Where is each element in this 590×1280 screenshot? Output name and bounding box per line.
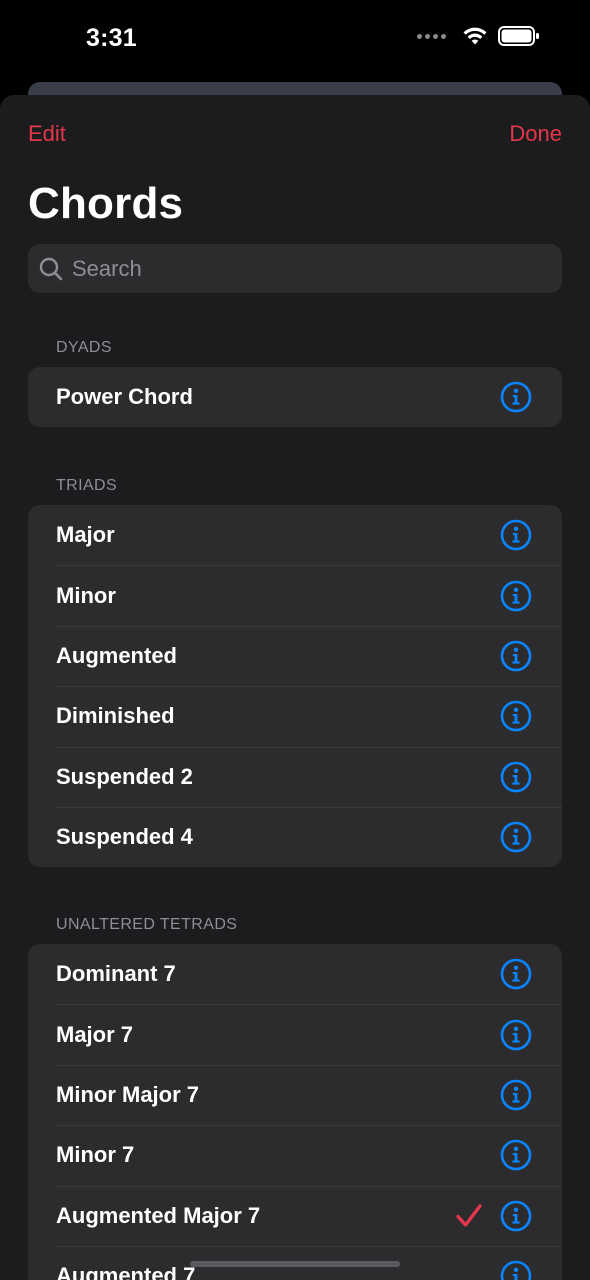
chord-label: Dominant 7 bbox=[56, 961, 176, 987]
search-icon bbox=[39, 257, 63, 280]
info-icon[interactable] bbox=[500, 1079, 532, 1111]
screen: 3:31 Edit Done Chords DYADS bbox=[0, 0, 590, 1280]
info-icon[interactable] bbox=[500, 958, 532, 990]
chord-label: Minor Major 7 bbox=[56, 1081, 200, 1107]
group-dyads: Power Chord bbox=[28, 367, 562, 428]
info-icon[interactable] bbox=[500, 700, 532, 732]
info-icon[interactable] bbox=[500, 1139, 532, 1171]
chord-row[interactable]: Minor 7 bbox=[28, 1125, 562, 1185]
group-unaltered-tetrads: Dominant 7 Major 7 Minor Major 7 Minor 7… bbox=[28, 944, 562, 1280]
chord-label: Suspended 4 bbox=[56, 824, 193, 850]
chord-row[interactable]: Minor Major 7 bbox=[28, 1064, 562, 1125]
chords-sheet: Edit Done Chords DYADS Power Chord TRIAD… bbox=[0, 95, 590, 1280]
search-bar[interactable] bbox=[28, 244, 562, 293]
info-icon[interactable] bbox=[500, 1019, 532, 1051]
info-icon[interactable] bbox=[500, 519, 532, 551]
chord-row[interactable]: Diminished bbox=[28, 686, 562, 746]
chord-row[interactable]: Augmented Major 7 bbox=[28, 1185, 562, 1246]
checkmark-icon bbox=[456, 1204, 482, 1227]
status-time: 3:31 bbox=[86, 24, 137, 52]
chord-row[interactable]: Major bbox=[28, 505, 562, 565]
chord-row[interactable]: Major 7 bbox=[28, 1004, 562, 1064]
info-icon[interactable] bbox=[500, 640, 532, 672]
chord-row[interactable]: Augmented bbox=[28, 625, 562, 686]
section-header-dyads: DYADS bbox=[56, 339, 112, 356]
info-icon[interactable] bbox=[500, 580, 532, 612]
edit-button[interactable]: Edit bbox=[28, 121, 66, 147]
battery-icon bbox=[498, 26, 539, 46]
search-input[interactable] bbox=[70, 254, 514, 283]
chord-row[interactable]: Power Chord bbox=[28, 367, 562, 427]
chord-label: Augmented Major 7 bbox=[56, 1202, 261, 1228]
chord-label: Augmented 7 bbox=[56, 1263, 196, 1280]
chord-label: Minor bbox=[56, 582, 116, 608]
done-button[interactable]: Done bbox=[509, 121, 562, 147]
chord-label: Major 7 bbox=[56, 1021, 134, 1047]
chord-label: Power Chord bbox=[56, 384, 193, 410]
chord-row[interactable]: Suspended 2 bbox=[28, 746, 562, 807]
section-header-triads: TRIADS bbox=[56, 477, 118, 494]
cellular-signal-icon bbox=[417, 33, 446, 39]
chord-row[interactable]: Dominant 7 bbox=[28, 944, 562, 1004]
status-icons bbox=[417, 26, 540, 46]
info-icon[interactable] bbox=[500, 1260, 532, 1280]
chord-row[interactable]: Suspended 4 bbox=[28, 806, 562, 867]
info-icon[interactable] bbox=[500, 821, 532, 853]
chord-label: Diminished bbox=[56, 703, 175, 729]
chord-label: Major bbox=[56, 522, 115, 548]
info-icon[interactable] bbox=[500, 381, 532, 413]
info-icon[interactable] bbox=[500, 761, 532, 793]
page-title: Chords bbox=[28, 179, 184, 228]
wifi-icon bbox=[463, 27, 487, 45]
section-header-unaltered-tetrads: UNALTERED TETRADS bbox=[56, 916, 238, 933]
home-indicator[interactable] bbox=[190, 1261, 400, 1267]
group-triads: Major Minor Augmented Diminished Suspend… bbox=[28, 505, 562, 868]
info-icon[interactable] bbox=[500, 1200, 532, 1232]
chord-label: Suspended 2 bbox=[56, 763, 193, 789]
chord-label: Minor 7 bbox=[56, 1142, 135, 1168]
chord-row[interactable]: Minor bbox=[28, 565, 562, 625]
chord-label: Augmented bbox=[56, 642, 177, 668]
